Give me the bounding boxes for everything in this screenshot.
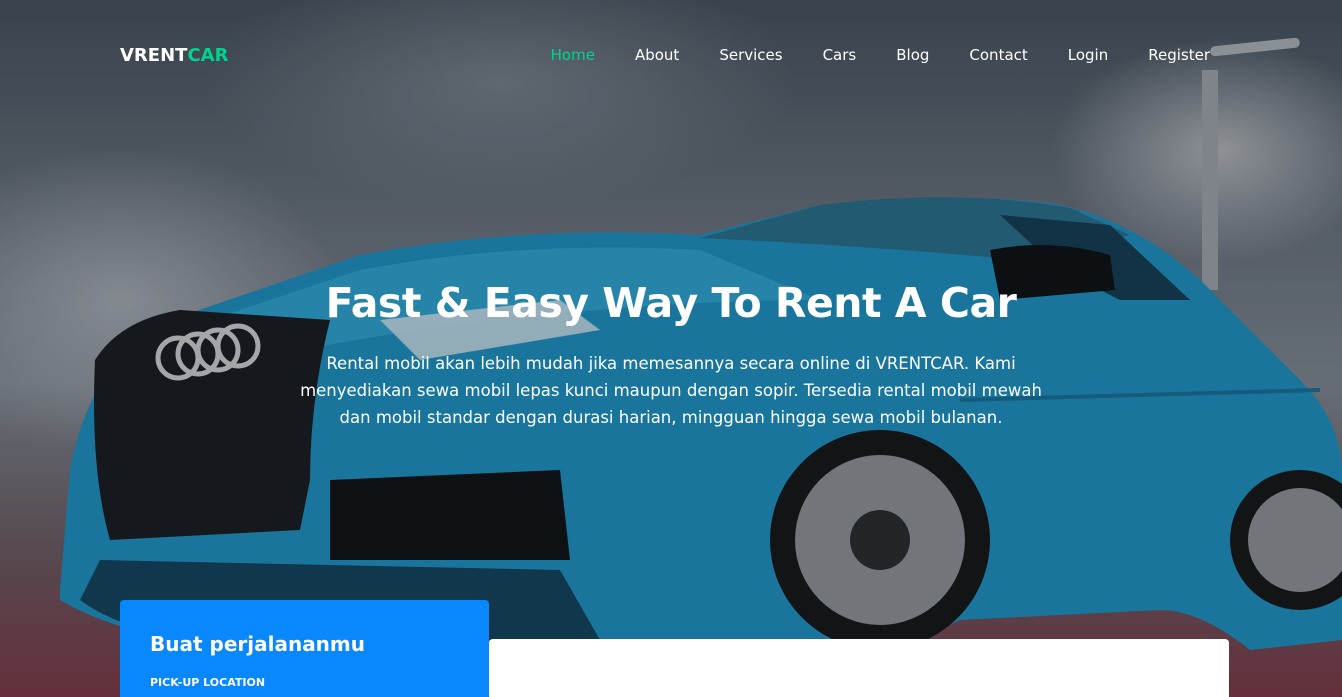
hero-content: Fast & Easy Way To Rent A Car Rental mob… — [0, 276, 1342, 431]
booking-title: Buat perjalananmu — [150, 632, 365, 656]
hero-title: Fast & Easy Way To Rent A Car — [325, 279, 1017, 327]
pickup-location-label: PICK-UP LOCATION — [150, 676, 266, 689]
nav-cars[interactable]: Cars — [823, 46, 857, 64]
hero-description: Rental mobil akan lebih mudah jika memes… — [300, 354, 1042, 427]
booking-form-panel — [489, 639, 1229, 697]
logo-part-1: VRENT — [120, 45, 188, 66]
navbar: VRENTCAR Home About Services Cars Blog C… — [0, 0, 1342, 110]
nav-register[interactable]: Register — [1148, 46, 1210, 64]
logo-part-2: CAR — [187, 45, 229, 66]
nav-home[interactable]: Home — [551, 46, 595, 64]
site-logo[interactable]: VRENTCAR — [120, 45, 228, 66]
nav-contact[interactable]: Contact — [969, 46, 1027, 64]
nav-menu: Home About Services Cars Blog Contact Lo… — [511, 46, 1210, 64]
booking-card: Buat perjalananmu PICK-UP LOCATION — [120, 600, 489, 697]
nav-login[interactable]: Login — [1068, 46, 1108, 64]
nav-blog[interactable]: Blog — [896, 46, 929, 64]
nav-about[interactable]: About — [635, 46, 679, 64]
nav-services[interactable]: Services — [719, 46, 782, 64]
